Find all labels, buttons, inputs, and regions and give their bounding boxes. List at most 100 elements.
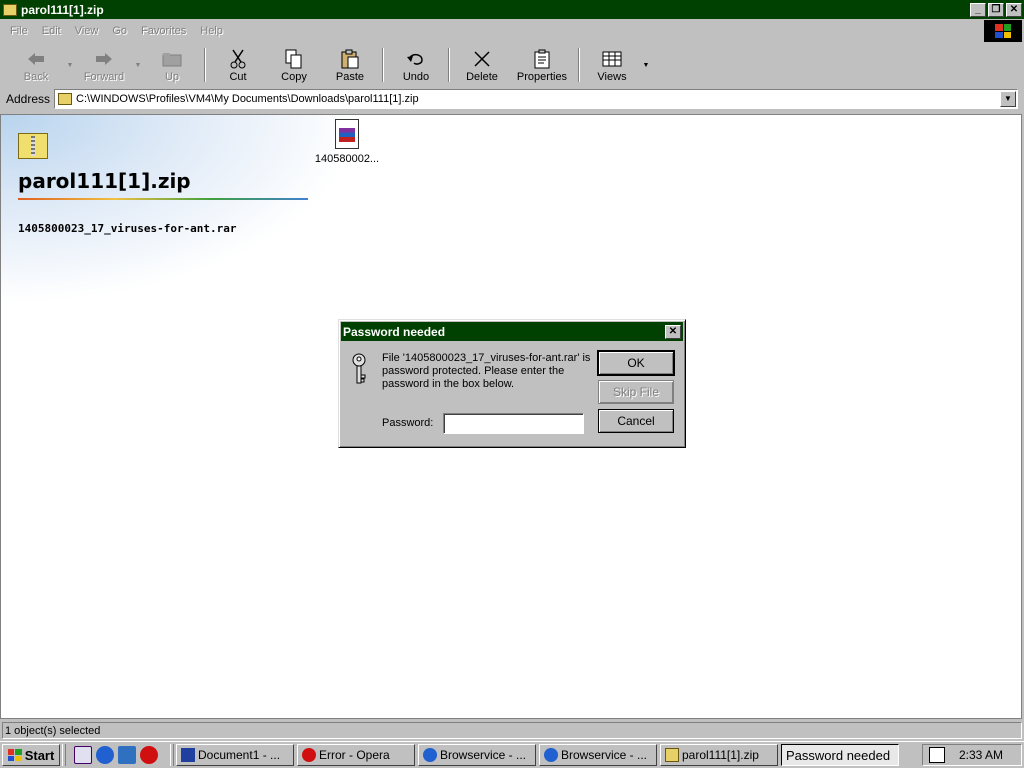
delete-label: Delete: [466, 71, 498, 83]
desktop-icon[interactable]: [118, 746, 136, 764]
copy-label: Copy: [281, 71, 307, 83]
views-button[interactable]: Views: [584, 44, 640, 86]
quick-launch: [74, 744, 162, 766]
task-zip-folder[interactable]: parol111[1].zip: [660, 744, 778, 766]
taskbar-grip: [170, 744, 174, 766]
menu-edit[interactable]: Edit: [42, 25, 61, 37]
opera-icon[interactable]: [140, 746, 158, 764]
cut-button[interactable]: Cut: [210, 44, 266, 86]
zip-folder-icon: [58, 92, 73, 105]
back-dropdown-icon[interactable]: ▼: [64, 44, 76, 86]
restore-button[interactable]: ❐: [988, 2, 1004, 17]
toolbar-separator: [578, 48, 580, 82]
file-item-label: 140580002...: [314, 153, 380, 165]
password-label: Password:: [382, 417, 434, 429]
window-title: parol111[1].zip: [21, 2, 104, 17]
folder-up-icon: [161, 49, 183, 69]
task-label: Browservice - ...: [440, 748, 527, 762]
up-button[interactable]: Up: [144, 44, 200, 86]
ie-icon[interactable]: [96, 746, 114, 764]
toolbar-separator: [204, 48, 206, 82]
task-browservice-2[interactable]: Browservice - ...: [539, 744, 657, 766]
forward-label: Forward: [83, 71, 125, 83]
skip-file-button[interactable]: Skip File: [598, 380, 674, 404]
paste-icon: [339, 49, 361, 69]
password-input[interactable]: [443, 413, 584, 434]
scheduler-icon[interactable]: [929, 747, 945, 763]
selected-file-name: 1405800023_17_viruses-for-ant.rar: [18, 222, 237, 235]
toolbar-separator: [448, 48, 450, 82]
up-label: Up: [164, 71, 180, 83]
menu-bar: File Edit View Go Favorites Help: [0, 20, 1024, 42]
back-arrow-icon: [25, 49, 47, 69]
scissors-icon: [227, 49, 249, 69]
address-value[interactable]: C:\WINDOWS\Profiles\VM4\My Documents\Dow…: [76, 93, 1000, 105]
taskbar: Start Document1 - ... Error - Opera Brow…: [0, 741, 1024, 768]
paste-button[interactable]: Paste: [322, 44, 378, 86]
status-text: 1 object(s) selected: [2, 722, 1022, 739]
task-label: Browservice - ...: [561, 748, 648, 762]
menu-go[interactable]: Go: [112, 25, 127, 37]
address-dropdown-icon[interactable]: ▼: [1000, 90, 1016, 107]
rar-archive-icon: [335, 119, 359, 149]
delete-x-icon: [471, 49, 493, 69]
task-password-needed[interactable]: Password needed: [781, 744, 899, 766]
cut-label: Cut: [229, 71, 247, 83]
delete-button[interactable]: Delete: [454, 44, 510, 86]
folder-title: parol111[1].zip: [18, 169, 191, 193]
toolbar-separator: [382, 48, 384, 82]
back-button[interactable]: Back: [8, 44, 64, 86]
password-dialog: Password needed ✕ File '1405800023_17_vi…: [338, 319, 686, 448]
copy-button[interactable]: Copy: [266, 44, 322, 86]
forward-arrow-icon: [93, 49, 115, 69]
menu-favorites[interactable]: Favorites: [141, 25, 186, 37]
dialog-title: Password needed: [343, 324, 446, 339]
forward-dropdown-icon[interactable]: ▼: [132, 44, 144, 86]
window-titlebar[interactable]: parol111[1].zip _ ❐ ✕: [0, 0, 1024, 19]
start-button[interactable]: Start: [2, 744, 60, 766]
properties-button[interactable]: Properties: [510, 44, 574, 86]
task-label: parol111[1].zip: [682, 748, 759, 762]
properties-icon: [531, 49, 553, 69]
properties-label: Properties: [516, 71, 568, 83]
paste-label: Paste: [335, 71, 365, 83]
menu-file[interactable]: File: [10, 25, 28, 37]
clock[interactable]: 2:33 AM: [959, 748, 1003, 762]
task-label: Password needed: [786, 747, 891, 763]
address-field[interactable]: C:\WINDOWS\Profiles\VM4\My Documents\Dow…: [54, 88, 1018, 109]
task-document1[interactable]: Document1 - ...: [176, 744, 294, 766]
views-dropdown-icon[interactable]: ▼: [640, 44, 652, 86]
ok-button[interactable]: OK: [597, 350, 675, 376]
forward-button[interactable]: Forward: [76, 44, 132, 86]
title-divider: [18, 198, 308, 200]
undo-label: Undo: [402, 71, 430, 83]
start-label: Start: [24, 747, 55, 763]
dialog-message: File '1405800023_17_viruses-for-ant.rar'…: [382, 352, 591, 390]
toolbar: Back ▼ Forward ▼ Up Cut Copy Paste Undo …: [0, 44, 1024, 86]
undo-button[interactable]: Undo: [388, 44, 444, 86]
address-bar: Address C:\WINDOWS\Profiles\VM4\My Docum…: [0, 87, 1024, 110]
dialog-titlebar[interactable]: Password needed ✕: [341, 322, 683, 341]
zip-folder-icon: [18, 133, 48, 159]
close-button[interactable]: ✕: [1006, 2, 1022, 17]
ie-icon: [544, 748, 558, 762]
copy-icon: [283, 49, 305, 69]
menu-view[interactable]: View: [75, 25, 99, 37]
minimize-button[interactable]: _: [970, 2, 986, 17]
zip-folder-icon: [3, 3, 17, 16]
back-label: Back: [23, 71, 49, 83]
edit-pencil-icon[interactable]: [74, 746, 92, 764]
task-opera-error[interactable]: Error - Opera: [297, 744, 415, 766]
file-item-rar[interactable]: 140580002...: [309, 119, 385, 165]
webview-background: [1, 115, 361, 305]
dialog-close-button[interactable]: ✕: [665, 324, 681, 339]
cancel-button[interactable]: Cancel: [598, 409, 674, 433]
opera-icon: [302, 748, 316, 762]
taskbar-grip: [62, 744, 66, 766]
windows-logo-icon: [984, 20, 1022, 42]
views-label: Views: [597, 71, 627, 83]
menu-help[interactable]: Help: [200, 25, 223, 37]
key-icon: [352, 353, 366, 384]
address-label: Address: [6, 91, 51, 106]
task-browservice-1[interactable]: Browservice - ...: [418, 744, 536, 766]
